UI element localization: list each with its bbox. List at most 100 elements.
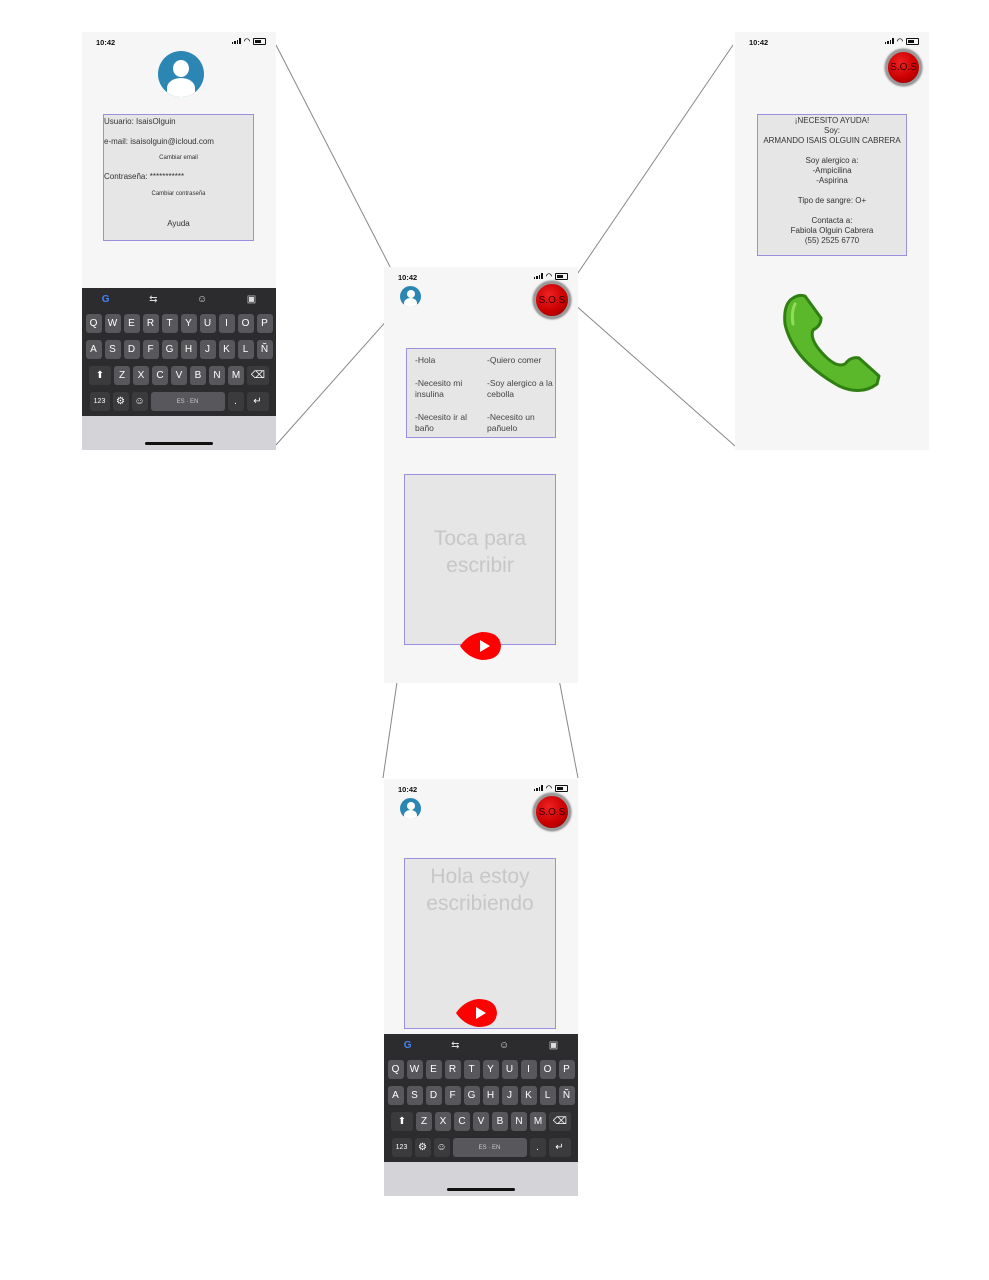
key-letter[interactable]: U [199, 314, 216, 333]
key-letter[interactable]: W [104, 314, 121, 333]
key-letter[interactable]: C [152, 366, 168, 385]
key-letter[interactable]: N [209, 366, 225, 385]
key-letter[interactable]: Z [114, 366, 130, 385]
sos-button[interactable]: S.O.S [533, 281, 571, 319]
key-letter[interactable]: U [501, 1060, 518, 1079]
key-letter[interactable]: K [520, 1086, 537, 1105]
profile-avatar-icon[interactable] [400, 286, 421, 307]
profile-avatar-icon[interactable] [158, 51, 204, 97]
google-icon[interactable]: G [102, 294, 110, 305]
key-letter[interactable]: K [218, 340, 235, 359]
key-letter[interactable]: B [190, 366, 206, 385]
key-letter[interactable]: B [492, 1112, 508, 1131]
write-area[interactable]: Toca para escribir [404, 474, 556, 645]
key-letter[interactable]: A [387, 1086, 404, 1105]
signal-icon [884, 38, 894, 44]
space-key[interactable]: ES · EN [452, 1138, 527, 1157]
key-letter[interactable]: V [473, 1112, 489, 1131]
key-letter[interactable]: Z [416, 1112, 432, 1131]
key-letter[interactable]: J [501, 1086, 518, 1105]
key-letter[interactable]: V [171, 366, 187, 385]
key-letter[interactable]: X [435, 1112, 451, 1131]
briefcase-icon[interactable]: ▣ [247, 294, 256, 305]
return-key[interactable]: ↵ [548, 1138, 571, 1157]
key-letter[interactable]: F [142, 340, 159, 359]
phrase-bano[interactable]: -Necesito ir al baño [415, 412, 477, 434]
key-letter[interactable]: Ñ [256, 340, 273, 359]
change-password-link[interactable]: Cambiar contraseña [104, 189, 253, 199]
key-letter[interactable]: D [425, 1086, 442, 1105]
backspace-key[interactable]: ⌫ [549, 1112, 571, 1131]
key-letter[interactable]: T [161, 314, 178, 333]
key-letter[interactable]: D [123, 340, 140, 359]
key-letter[interactable]: R [444, 1060, 461, 1079]
key-letter[interactable]: E [123, 314, 140, 333]
phrase-alergico[interactable]: -Soy alergico a la cebolla [487, 378, 553, 400]
phone-call-icon[interactable] [779, 290, 885, 396]
sos-button[interactable]: S.O.S [533, 793, 571, 831]
settings-gear-icon[interactable]: ⚙ [112, 392, 129, 411]
help-link[interactable]: Ayuda [104, 219, 253, 229]
key-letter[interactable]: L [539, 1086, 556, 1105]
key-letter[interactable]: S [406, 1086, 423, 1105]
key-letter[interactable]: O [237, 314, 254, 333]
return-key[interactable]: ↵ [246, 392, 269, 411]
key-letter[interactable]: Q [387, 1060, 404, 1079]
key-letter[interactable]: Y [482, 1060, 499, 1079]
emoji-icon[interactable]: ☺ [131, 392, 148, 411]
key-letter[interactable]: Ñ [558, 1086, 575, 1105]
google-icon[interactable]: G [404, 1040, 412, 1051]
briefcase-icon[interactable]: ▣ [549, 1040, 558, 1051]
key-letter[interactable]: A [85, 340, 102, 359]
phrase-panuelo[interactable]: -Necesito un pañuelo [487, 412, 553, 434]
key-letter[interactable]: J [199, 340, 216, 359]
phrase-insulina[interactable]: -Necesito mi insulina [415, 378, 477, 400]
key-letter[interactable]: G [463, 1086, 480, 1105]
key-letter[interactable]: I [520, 1060, 537, 1079]
profile-avatar-icon[interactable] [400, 798, 421, 819]
translate-icon[interactable]: ⇆ [149, 294, 157, 305]
key-letter[interactable]: G [161, 340, 178, 359]
numbers-key[interactable]: 123 [391, 1138, 412, 1157]
key-letter[interactable]: E [425, 1060, 442, 1079]
key-letter[interactable]: C [454, 1112, 470, 1131]
key-letter[interactable]: M [530, 1112, 546, 1131]
key-letter[interactable]: I [218, 314, 235, 333]
key-letter[interactable]: N [511, 1112, 527, 1131]
change-email-link[interactable]: Cambiar email [104, 153, 253, 163]
key-letter[interactable]: H [180, 340, 197, 359]
settings-gear-icon[interactable]: ⚙ [414, 1138, 431, 1157]
key-letter[interactable]: R [142, 314, 159, 333]
key-letter[interactable]: H [482, 1086, 499, 1105]
shift-key[interactable]: ⬆ [89, 366, 111, 385]
key-letter[interactable]: S [104, 340, 121, 359]
play-icon[interactable] [458, 630, 504, 662]
space-key[interactable]: ES · EN [150, 392, 225, 411]
sos-button[interactable]: S.O.S [885, 49, 922, 86]
numbers-key[interactable]: 123 [89, 392, 110, 411]
phrase-hola[interactable]: -Hola [415, 355, 477, 366]
emoji-icon[interactable]: ☺ [433, 1138, 450, 1157]
period-key[interactable]: . [529, 1138, 546, 1157]
shift-key[interactable]: ⬆ [391, 1112, 413, 1131]
allergy-item: -Ampicilina [812, 166, 852, 175]
key-letter[interactable]: M [228, 366, 244, 385]
period-key[interactable]: . [227, 392, 244, 411]
key-letter[interactable]: X [133, 366, 149, 385]
translate-icon[interactable]: ⇆ [451, 1040, 459, 1051]
key-letter[interactable]: F [444, 1086, 461, 1105]
key-letter[interactable]: P [256, 314, 273, 333]
write-placeholder: Toca para escribir [433, 527, 527, 577]
sticker-icon[interactable]: ☺ [499, 1040, 509, 1051]
sticker-icon[interactable]: ☺ [197, 294, 207, 305]
backspace-key[interactable]: ⌫ [247, 366, 269, 385]
key-letter[interactable]: T [463, 1060, 480, 1079]
key-letter[interactable]: Y [180, 314, 197, 333]
key-letter[interactable]: O [539, 1060, 556, 1079]
key-letter[interactable]: P [558, 1060, 575, 1079]
key-letter[interactable]: L [237, 340, 254, 359]
phrase-quiero-comer[interactable]: -Quiero comer [487, 355, 553, 366]
key-letter[interactable]: W [406, 1060, 423, 1079]
play-icon[interactable] [454, 997, 500, 1029]
key-letter[interactable]: Q [85, 314, 102, 333]
